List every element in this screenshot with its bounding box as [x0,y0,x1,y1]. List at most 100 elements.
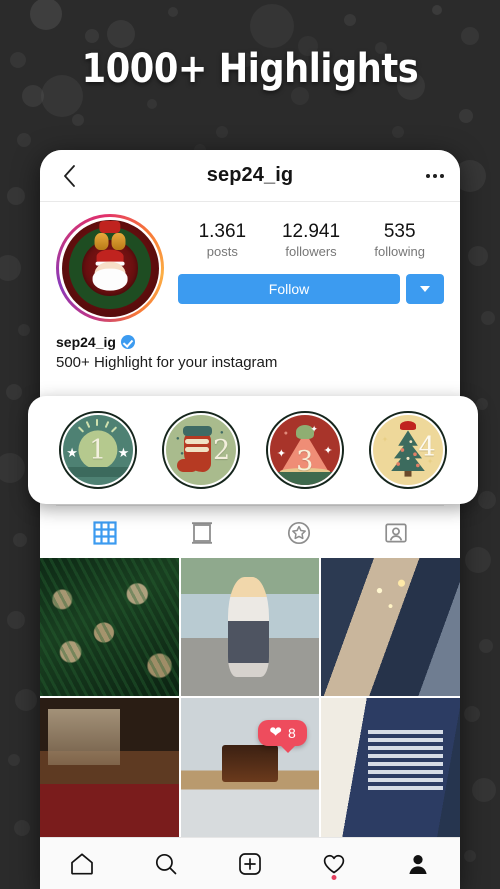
santa-icon [92,249,129,291]
bokeh-dot [461,27,479,45]
heart-icon: ❤ [269,724,282,742]
profile-stats: 1.361 posts 12.941 followers 535 followi… [178,214,444,261]
highlight-item-3[interactable]: ✦ ✦ ✦ ● 3 [265,411,344,489]
profile-icon [409,854,427,874]
bio-username-row: sep24_ig [56,334,444,350]
bokeh-dot [72,114,84,126]
home-icon [71,852,93,875]
highlight-number-3: 3 [296,445,314,477]
stat-following[interactable]: 535 following [355,220,444,261]
bokeh-dot [85,29,99,43]
avatar-inner-border [59,217,161,319]
bokeh-dot [18,324,30,336]
more-options-icon[interactable] [418,173,444,178]
avatar [61,219,159,317]
profile-actions: Follow [178,273,444,304]
heart-icon [323,854,345,873]
chevron-left-icon[interactable] [56,163,82,189]
bokeh-dot [15,689,37,711]
bokeh-dot [0,255,21,281]
bokeh-dot [216,126,228,138]
bokeh-dot [468,246,488,266]
page-title: 1000+ Highlights [81,46,419,92]
grid-post[interactable] [180,557,320,697]
tab-guides[interactable] [250,516,347,550]
stat-posts-label: posts [206,243,238,259]
nav-activity[interactable] [292,838,376,889]
photo-grid: ❤ 8 [40,557,460,837]
phone-mockup: sep24_ig 1.361 posts 12.941 followers 53… [40,150,460,889]
profile-bio: sep24_ig 500+ Highlight for your instagr… [40,322,460,371]
tab-tagged[interactable] [347,516,444,550]
stat-followers-value: 12.941 [281,221,341,242]
activity-badge-dot [331,875,337,880]
highlights-card: ★ ★ 1 ● ● ● 2 ✦ ✦ ✦ ● 3 ✦ ✦ 4 [28,396,478,504]
bokeh-dot [464,706,480,722]
profile-header: 1.361 posts 12.941 followers 535 followi… [40,202,460,322]
bokeh-dot [465,547,491,573]
bokeh-dot [344,14,356,26]
bokeh-dot [478,491,496,509]
bokeh-dot [168,7,178,17]
bokeh-dot [17,133,31,147]
highlight-number-4: 4 [418,432,436,464]
bio-username: sep24_ig [56,334,116,350]
like-count: 8 [287,724,296,741]
stat-following-value: 535 [383,221,416,242]
bokeh-dot [10,52,26,68]
nav-home[interactable] [40,838,124,889]
stat-followers[interactable]: 12.941 followers [267,220,356,261]
bio-description: 500+ Highlight for your instagram [56,354,278,371]
bokeh-dot [476,398,488,410]
grid-post[interactable] [40,698,179,837]
tab-grid[interactable] [56,516,153,550]
stat-posts-value: 1.361 [198,221,247,242]
avatar-story-ring[interactable] [56,214,164,322]
bokeh-dot [0,453,25,483]
highlight-item-2[interactable]: ● ● ● 2 [162,411,241,489]
carousel-icon [191,521,212,544]
profile-tab-bar [56,504,444,558]
highlight-number-1: 1 [89,434,107,466]
bokeh-dot [459,109,473,123]
highlight-number-2: 2 [212,435,231,467]
stat-posts[interactable]: 1.361 posts [178,220,267,261]
bottom-navigation [40,837,460,889]
like-notification-badge: ❤ 8 [258,719,307,753]
bells-icon [94,228,127,250]
star-circle-icon [287,521,310,544]
bokeh-dot [14,820,30,836]
bokeh-dot [250,4,294,48]
bokeh-dot [472,778,496,802]
bokeh-dot [8,754,20,766]
chevron-down-icon[interactable] [406,273,444,304]
grid-post[interactable] [40,557,179,697]
nav-search[interactable] [124,838,208,889]
nav-add-post[interactable] [208,838,292,889]
grid-icon [92,521,117,545]
bokeh-dot [107,20,135,48]
profile-stats-column: 1.361 posts 12.941 followers 535 followi… [164,214,444,322]
follow-button[interactable]: Follow [178,273,400,304]
bokeh-dot [481,311,495,325]
nav-profile[interactable] [376,838,460,889]
verified-badge-icon [120,335,135,349]
bokeh-dot [30,0,62,30]
tagged-person-icon [384,523,407,543]
bokeh-dot [392,126,404,138]
bokeh-dot [13,533,27,547]
highlight-item-1[interactable]: ★ ★ 1 [58,411,137,489]
search-icon [155,853,177,874]
bokeh-dot [6,384,22,400]
highlight-item-4[interactable]: ✦ ✦ 4 [369,411,448,489]
grid-post[interactable] [321,698,460,837]
app-top-bar: sep24_ig [40,150,460,202]
stat-followers-label: followers [285,243,337,259]
profile-username-title: sep24_ig [206,164,294,186]
bokeh-dot [7,611,25,629]
tab-carousel[interactable] [153,516,250,550]
bokeh-dot [479,639,493,653]
bokeh-dot [7,187,25,205]
bokeh-dot [432,5,442,15]
grid-post[interactable] [321,557,460,697]
